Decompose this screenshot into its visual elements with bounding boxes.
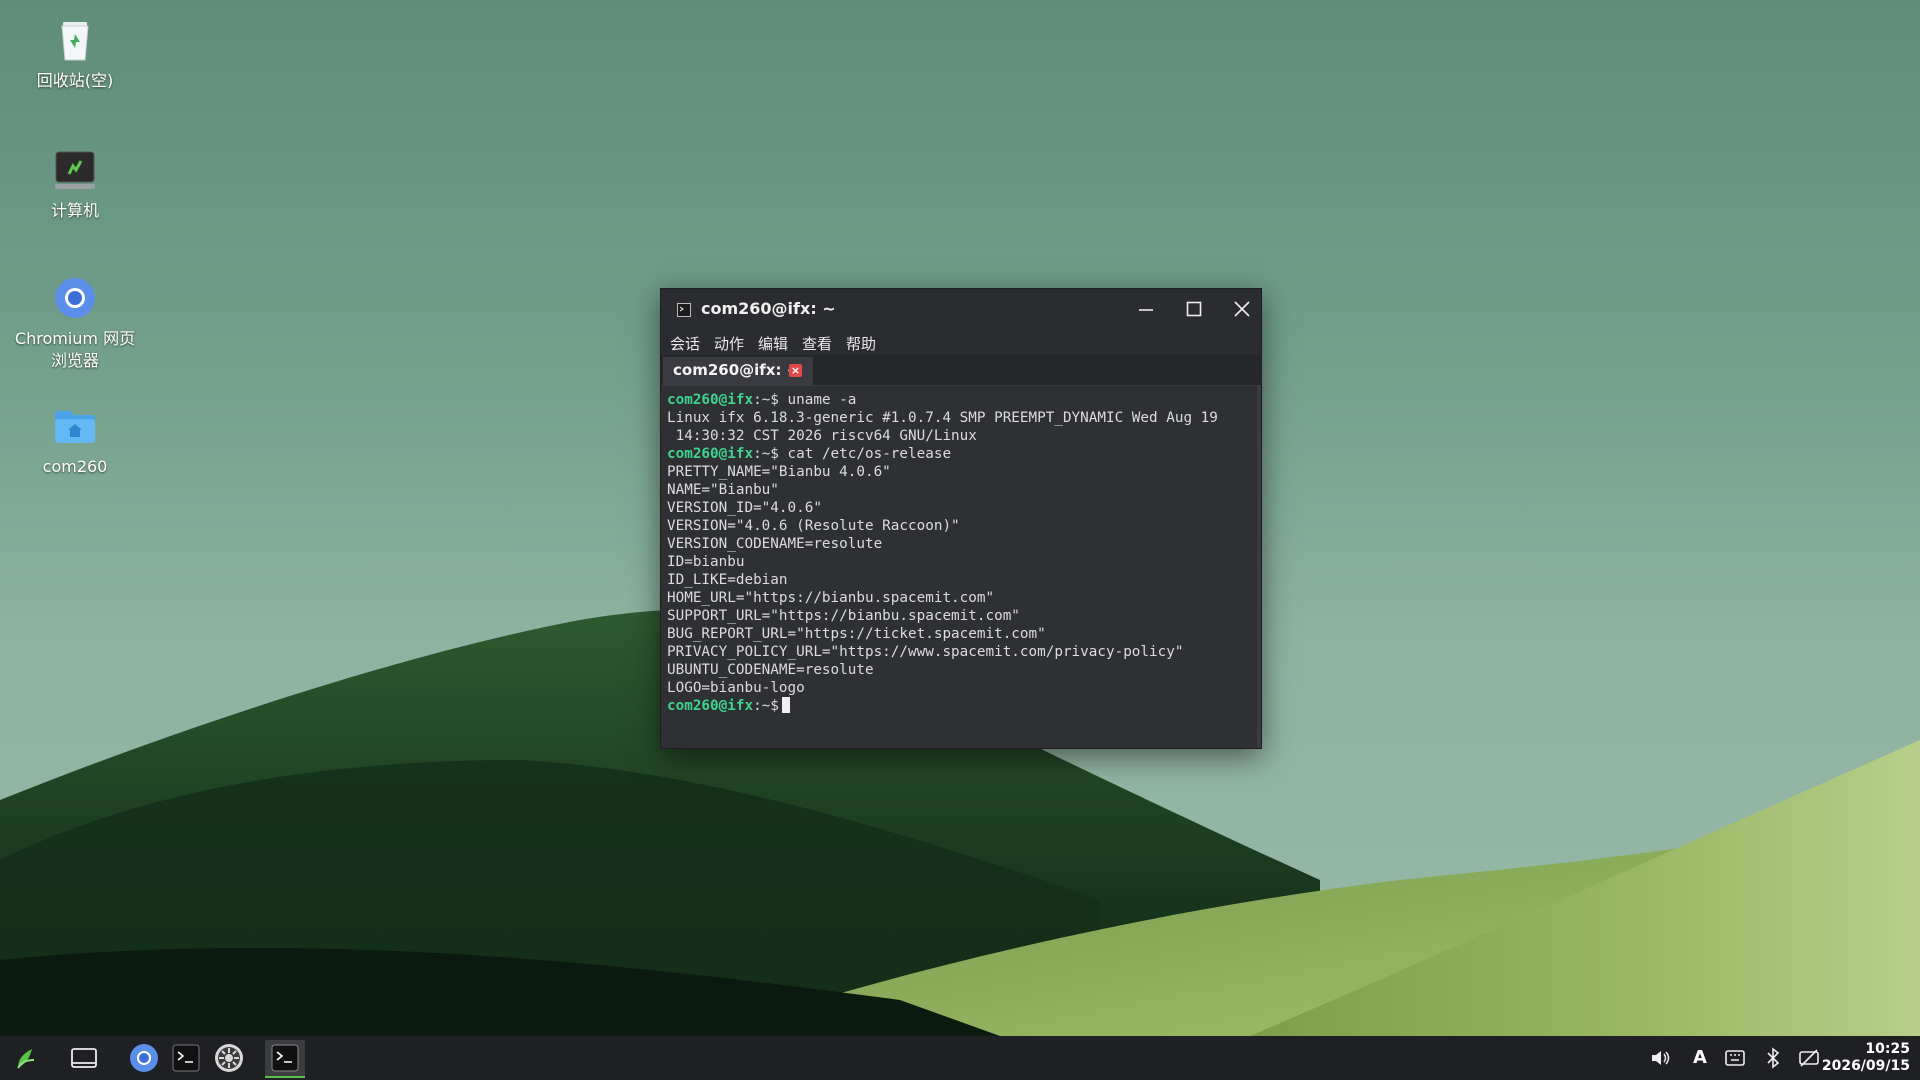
taskbar-chromium-button[interactable] — [126, 1040, 162, 1076]
terminal-app-icon — [677, 302, 691, 321]
tab-terminal-session[interactable]: com260@ifx: ~ × — [663, 357, 813, 387]
clock-date: 2026/09/15 — [1821, 1058, 1910, 1074]
clock-time: 10:25 — [1865, 1041, 1910, 1057]
terminal-icon — [172, 1044, 200, 1072]
desktop-icon-label: Chromium 网页 浏览器 — [14, 329, 136, 370]
terminal-prompt-suffix: :~$ — [753, 446, 779, 462]
minimize-icon — [1139, 309, 1153, 311]
system-clock[interactable]: 10:25 2026/09/15 — [1822, 1041, 1910, 1075]
terminal-line: SUPPORT_URL="https://bianbu.spacemit.com… — [667, 608, 1020, 624]
terminal-lines: com260@ifx:~$ uname -a Linux ifx 6.18.3-g… — [667, 391, 1218, 715]
keyboard-icon[interactable] — [1723, 1046, 1747, 1070]
folder-home-icon — [51, 402, 99, 450]
input-method-indicator[interactable]: A — [1688, 1046, 1712, 1070]
desktop-icon-chromium[interactable]: Chromium 网页 浏览器 — [5, 274, 145, 372]
trash-icon — [51, 16, 99, 64]
close-button[interactable] — [1227, 295, 1257, 323]
scrollbar[interactable] — [1257, 386, 1261, 748]
desktop-icon-label: 回收站(空) — [36, 71, 114, 90]
terminal-line: Linux ifx 6.18.3-generic #1.0.7.4 SMP PR… — [667, 410, 1218, 426]
menu-actions[interactable]: 动作 — [714, 333, 744, 354]
desktop-icon-home-folder[interactable]: com260 — [5, 402, 145, 478]
terminal-line: UBUNTU_CODENAME=resolute — [667, 662, 874, 678]
tab-close-icon[interactable]: × — [789, 364, 802, 377]
terminal-line: PRETTY_NAME="Bianbu 4.0.6" — [667, 464, 891, 480]
desktop-icon-label: com260 — [42, 457, 108, 476]
window-titlebar[interactable]: com260@ifx: ~ — [661, 289, 1261, 329]
terminal-line: BUG_REPORT_URL="https://ticket.spacemit.… — [667, 626, 1046, 642]
text-cursor — [781, 697, 790, 713]
start-menu-button[interactable] — [8, 1040, 44, 1076]
volume-icon[interactable] — [1648, 1046, 1672, 1070]
tab-label: com260@ifx: ~ — [673, 361, 800, 379]
terminal-prompt: com260@ifx — [667, 446, 754, 462]
taskbar: A 10:25 2026/09/15 — [0, 1036, 1920, 1080]
close-icon — [1234, 301, 1250, 317]
terminal-line: PRIVACY_POLICY_URL="https://www.spacemit… — [667, 644, 1184, 660]
desktop-icon-computer[interactable]: 计算机 — [5, 146, 145, 222]
terminal-output[interactable]: com260@ifx:~$ uname -a Linux ifx 6.18.3-g… — [661, 386, 1261, 748]
terminal-icon — [271, 1044, 299, 1072]
menu-bar: 会话 动作 编辑 查看 帮助 — [661, 329, 1261, 355]
desktop-icon-label: 计算机 — [50, 201, 99, 220]
computer-icon — [51, 146, 99, 194]
terminal-command: cat /etc/os-release — [778, 446, 952, 462]
taskbar-terminal-launcher[interactable] — [168, 1040, 204, 1076]
terminal-line: ID_LIKE=debian — [667, 572, 788, 588]
desktop-icon-trash[interactable]: 回收站(空) — [5, 16, 145, 92]
taskbar-terminal-window[interactable] — [265, 1040, 305, 1078]
taskbar-settings-button[interactable] — [211, 1040, 247, 1076]
bianbu-logo-icon — [17, 1049, 35, 1069]
menu-session[interactable]: 会话 — [670, 333, 700, 354]
terminal-line: LOGO=bianbu-logo — [667, 680, 805, 696]
terminal-prompt: com260@ifx — [667, 698, 754, 714]
terminal-line: HOME_URL="https://bianbu.spacemit.com" — [667, 590, 995, 606]
terminal-command: uname -a — [778, 392, 857, 408]
terminal-line: ID=bianbu — [667, 554, 745, 570]
maximize-icon — [1186, 301, 1202, 317]
maximize-button[interactable] — [1179, 295, 1209, 323]
network-disconnected-icon[interactable] — [1797, 1046, 1821, 1070]
menu-edit[interactable]: 编辑 — [758, 333, 788, 354]
show-desktop-button[interactable] — [66, 1040, 102, 1076]
minimize-button[interactable] — [1131, 295, 1161, 323]
chromium-icon — [51, 274, 99, 322]
terminal-line: 14:30:32 CST 2026 riscv64 GNU/Linux — [667, 428, 977, 444]
terminal-prompt: com260@ifx — [667, 392, 754, 408]
window-title: com260@ifx: ~ — [701, 299, 836, 318]
chromium-icon — [130, 1044, 158, 1072]
terminal-line: VERSION_CODENAME=resolute — [667, 536, 883, 552]
desktop-icon — [71, 1048, 97, 1068]
terminal-window[interactable]: com260@ifx: ~ 会话 动作 编辑 查看 帮助 com260@ifx:… — [660, 288, 1262, 749]
terminal-line: VERSION="4.0.6 (Resolute Raccoon)" — [667, 518, 960, 534]
terminal-line: com260@ifx:~$ uname -a — [667, 391, 1218, 409]
terminal-line: NAME="Bianbu" — [667, 482, 779, 498]
tab-bar: com260@ifx: ~ × — [661, 355, 1261, 387]
terminal-line: com260@ifx:~$ cat /etc/os-release — [667, 445, 1218, 463]
terminal-line: VERSION_ID="4.0.6" — [667, 500, 822, 516]
terminal-prompt-suffix: :~$ — [753, 392, 779, 408]
terminal-line: com260@ifx:~$ — [667, 697, 1218, 715]
terminal-prompt-suffix: :~$ — [753, 698, 779, 714]
menu-help[interactable]: 帮助 — [846, 333, 876, 354]
settings-gear-icon — [215, 1044, 243, 1072]
bluetooth-icon[interactable] — [1761, 1046, 1785, 1070]
menu-view[interactable]: 查看 — [802, 333, 832, 354]
